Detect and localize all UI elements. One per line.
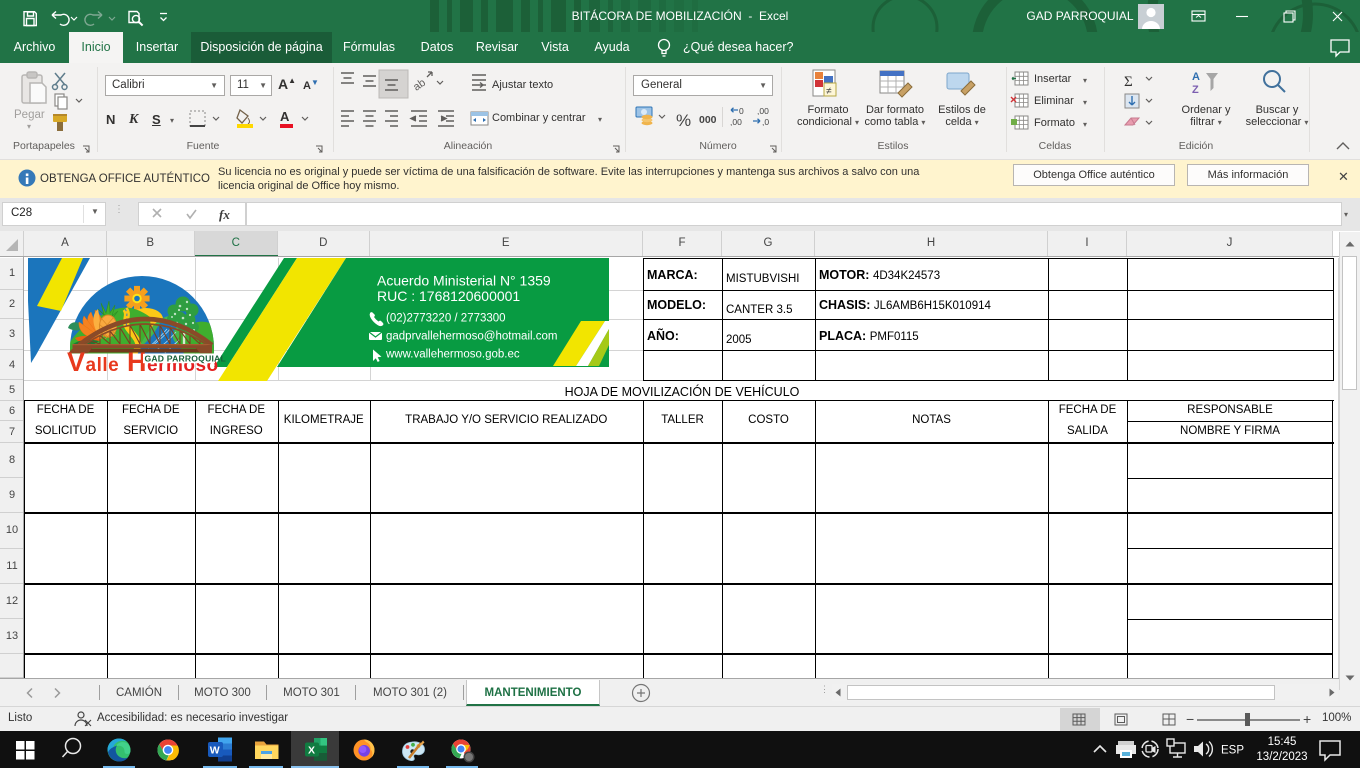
svg-text:ab: ab (411, 77, 428, 94)
svg-text:fx: fx (219, 207, 230, 222)
svg-text:%: % (676, 111, 691, 130)
svg-text:(02)2773220 / 2773300: (02)2773220 / 2773300 (386, 313, 506, 325)
svg-text:RUC : 1768120600001: RUC : 1768120600001 (377, 288, 520, 304)
svg-text:A: A (1192, 71, 1200, 83)
svg-text:GAD PARROQUIAL: GAD PARROQUIAL (145, 354, 226, 364)
svg-text:Σ: Σ (1124, 74, 1133, 90)
svg-text:X: X (308, 745, 315, 757)
svg-text:0: 0 (739, 106, 744, 116)
svg-text:Z: Z (1192, 84, 1199, 96)
svg-text:gadprvallehermoso@hotmail.com: gadprvallehermoso@hotmail.com (386, 331, 557, 343)
svg-text:≠: ≠ (826, 86, 832, 97)
svg-text:,00: ,00 (757, 106, 769, 116)
svg-text:,0: ,0 (762, 117, 769, 127)
svg-text:000: 000 (699, 114, 717, 126)
svg-text:A: A (280, 109, 290, 124)
svg-text:ESP: ESP (1221, 745, 1244, 757)
svg-text:Acuerdo Ministerial N° 1359: Acuerdo Ministerial N° 1359 (377, 273, 551, 289)
svg-text:W: W (210, 745, 220, 757)
svg-text:www.vallehermoso.gob.ec: www.vallehermoso.gob.ec (385, 349, 520, 361)
svg-text:,00: ,00 (730, 117, 742, 127)
